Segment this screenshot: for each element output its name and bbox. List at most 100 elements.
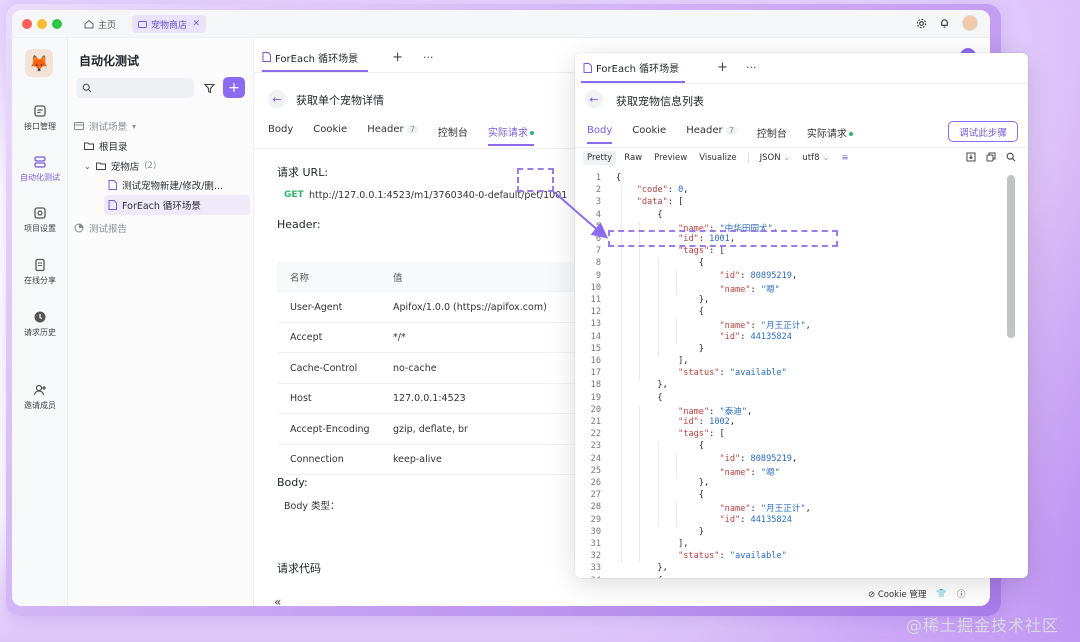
request-subtabs: Body Cookie Header 7 控制台 实际请求 [268,124,534,146]
tab-actual-request[interactable]: 实际请求 [487,124,534,146]
resp-doc-tab[interactable]: ForEach 循环场景 + ··· [583,60,757,75]
back-button[interactable]: ← [268,90,286,108]
code-line: { [616,441,704,452]
code-line: "id": 80895219, [719,270,798,281]
file-icon [108,200,117,210]
header-value: 127.0.0.1:4523 [393,393,466,404]
code-line: "name": "嗯" [719,284,780,295]
rail-item-automation[interactable]: 自动化测试 [12,155,68,183]
tab-cookie[interactable]: Cookie [313,124,347,146]
code-line: "id": 1002, [678,417,736,427]
download-icon[interactable] [966,152,976,162]
code-line: { [616,576,662,578]
line-number: 33 [590,563,601,574]
encoding-select[interactable]: utf8 ⌄ [798,151,833,165]
tree-item-scenarios[interactable]: 测试场景 ▾ [74,116,136,136]
tree-item-label: 根目录 [99,142,128,153]
type-select-value: JSON [759,153,781,163]
copy-icon[interactable] [986,152,996,162]
avatar[interactable] [962,15,978,31]
code-line: "status": "available" [678,368,787,379]
code-line: "id": 44135824 [719,331,792,342]
watermark: @稀土掘金技术社区 [906,616,1060,635]
code-line: "data": [ [636,197,684,208]
add-button[interactable]: + [223,77,245,98]
scrollbar[interactable] [1007,175,1015,338]
rail-item-history[interactable]: 请求历史 [12,310,68,338]
tab-header[interactable]: Header 7 [686,125,737,144]
line-number: 20 [590,404,601,415]
search-icon[interactable] [1006,152,1016,162]
gear-icon[interactable] [916,18,927,29]
line-number: 31 [590,539,601,549]
help-icon[interactable]: ⓘ [957,588,966,600]
line-number: 14 [590,331,601,342]
tab-console[interactable]: 控制台 [438,124,468,146]
tab-console[interactable]: 控制台 [757,125,787,144]
body-section-title: Body: [277,476,308,489]
panel-title: 自动化测试 [79,54,140,68]
tree-item-count: (2) [144,161,157,171]
titlebar-actions [916,15,978,31]
tab-cookie[interactable]: Cookie [632,125,666,144]
divider [575,147,1028,148]
divider [254,72,594,73]
tree-item-test-case[interactable]: 测试宠物新建/修改/删... [108,175,223,195]
back-button[interactable]: ← [585,90,603,108]
rail-item-label: 接口管理 [24,122,56,131]
tab-header[interactable]: Header 7 [367,124,418,146]
bell-icon[interactable] [939,18,950,29]
close-tab-icon[interactable]: ✕ [192,19,200,29]
tab-home[interactable]: 主页 [84,16,116,32]
more-icon[interactable]: ··· [423,51,434,64]
report-icon [74,223,84,233]
cookie-manager-button[interactable]: ⊘ Cookie 管理 [868,588,926,600]
filter-button[interactable] [199,78,219,98]
line-number: 12 [590,307,601,318]
chevron-down-icon[interactable]: ⌄ [84,162,91,171]
more-icon[interactable]: ··· [746,61,757,74]
line-number: 34 [575,576,601,578]
tree-item-reports[interactable]: 测试报告 [74,218,127,238]
tab-body[interactable]: Body [268,124,293,146]
format-pretty[interactable]: Pretty [583,151,617,165]
tree-item-pet-store[interactable]: ⌄ 宠物店 (2) [84,156,156,176]
format-raw[interactable]: Raw [620,151,646,165]
rail-item-api[interactable]: 接口管理 [12,104,68,132]
rail-item-label: 在线分享 [24,276,56,285]
type-select[interactable]: JSON ⌄ [756,151,795,165]
request-title: 获取单个宠物详情 [296,94,384,107]
status-bar: ⊘ Cookie 管理 👕 ⓘ [868,588,966,600]
tab-home-label: 主页 [98,20,117,31]
tab-pet-store[interactable]: 宠物商店 ✕ [132,15,206,33]
tab-body[interactable]: Body [587,125,613,144]
format-visualize[interactable]: Visualize [695,151,740,165]
doc-tab-foreach[interactable]: ForEach 循环场景 + ··· [262,48,434,66]
wrap-lines-icon[interactable]: ≡ [837,151,852,165]
line-number: 6 [595,234,601,244]
maximize-window-button[interactable] [52,19,62,29]
code-line: }, [616,295,710,305]
search-input[interactable] [76,78,194,98]
rail-item-share[interactable]: 在线分享 [12,258,68,286]
line-number: 32 [590,551,601,562]
tree-item-root[interactable]: 根目录 [84,136,128,156]
new-tab-button[interactable]: + [717,60,728,75]
line-number: 3 [595,197,601,208]
rail-item-settings[interactable]: 项目设置 [12,206,68,234]
minimize-window-button[interactable] [37,19,47,29]
tab-actual-request[interactable]: 实际请求 [807,125,853,144]
folder-icon [138,20,147,28]
format-preview[interactable]: Preview [650,151,691,165]
shirt-icon[interactable]: 👕 [936,589,947,599]
header-name: Connection [290,454,344,465]
run-step-button[interactable]: 调试此步骤 [948,121,1018,142]
tree-item-foreach[interactable]: ForEach 循环场景 [104,195,250,215]
code-line: ], [616,356,689,366]
collapse-sidebar-button[interactable]: « [274,595,281,606]
response-panel: ForEach 循环场景 + ··· ← 获取宠物信息列表 Body Cooki… [575,53,1028,578]
close-window-button[interactable] [22,19,32,29]
rail-item-invite[interactable]: 邀请成员 [12,383,68,411]
new-tab-button[interactable]: + [392,50,403,65]
line-number: 16 [590,356,601,366]
